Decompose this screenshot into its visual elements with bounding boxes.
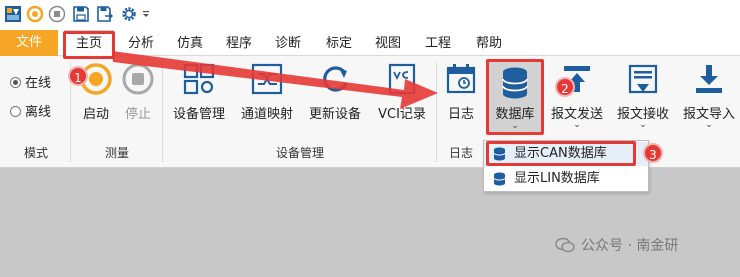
menu-project[interactable]: 工程: [417, 33, 459, 54]
menu-program[interactable]: 程序: [218, 33, 260, 54]
log-calendar-icon: [446, 64, 476, 94]
vci-record-icon: [388, 63, 416, 95]
home-tab-highlight: [63, 31, 115, 59]
show-lin-database-item[interactable]: 显示LIN数据库: [484, 167, 648, 191]
chevron-down-icon: ⌄: [639, 120, 647, 130]
online-label: 在线: [25, 76, 52, 91]
settings-icon[interactable]: [120, 5, 138, 23]
group-divider: [436, 62, 437, 162]
watermark-text: 公众号 · 南金研: [581, 238, 679, 254]
save-as-icon[interactable]: [96, 5, 114, 23]
update-device-label: 更新设备: [308, 107, 361, 122]
channel-map-icon: [251, 63, 283, 95]
offline-radio[interactable]: 离线: [10, 101, 51, 120]
stop-icon[interactable]: [48, 5, 66, 23]
show-lin-database-label: 显示LIN数据库: [514, 171, 600, 186]
wechat-icon: [555, 237, 575, 253]
step-badge-1: 1: [68, 66, 88, 86]
device-manage-icon: [183, 63, 215, 95]
quick-access-toolbar: [0, 0, 740, 30]
database-label: 数据库: [495, 107, 535, 122]
menu-file[interactable]: 文件: [0, 30, 58, 56]
group-label-device: 设备管理: [275, 146, 324, 160]
menu-analysis[interactable]: 分析: [120, 33, 162, 54]
save-icon[interactable]: [72, 5, 90, 23]
database-icon: [493, 172, 506, 186]
radio-dot: [10, 106, 21, 117]
menu-simulation[interactable]: 仿真: [169, 33, 211, 54]
connect-icon[interactable]: [26, 5, 44, 23]
group-divider: [162, 62, 163, 162]
refresh-icon: [323, 66, 348, 92]
stop-label: 停止: [124, 107, 151, 122]
online-radio[interactable]: 在线: [10, 72, 51, 91]
can-item-highlight: [486, 141, 636, 166]
database-icon: [502, 67, 528, 99]
stop-icon: [122, 63, 154, 95]
chevron-down-icon: ⌄: [573, 120, 581, 130]
database-button[interactable]: 数据库 ⌄: [486, 59, 544, 135]
vci-record-label: VCI记录: [378, 107, 426, 122]
menu-diagnostics[interactable]: 诊断: [267, 33, 309, 54]
watermark: 公众号 · 南金研: [555, 235, 678, 255]
group-label-measure: 测量: [104, 146, 129, 160]
customize-dropdown-icon[interactable]: [141, 5, 151, 23]
log-label: 日志: [447, 107, 474, 122]
menu-calibration[interactable]: 标定: [318, 33, 360, 54]
offline-label: 离线: [25, 105, 52, 120]
import-icon: [696, 65, 722, 93]
app-logo-icon[interactable]: [4, 5, 22, 23]
chevron-down-icon: ⌄: [511, 121, 519, 131]
receive-icon: [628, 64, 658, 94]
group-label-mode: 模式: [23, 146, 48, 160]
radio-selected-dot: [10, 77, 21, 88]
chevron-down-icon: ⌄: [705, 120, 713, 130]
step-badge-3: 3: [643, 143, 663, 163]
device-manage-label: 设备管理: [172, 107, 225, 122]
menu-view[interactable]: 视图: [367, 33, 409, 54]
channel-map-label: 通道映射: [240, 107, 293, 122]
group-label-log: 日志: [448, 146, 473, 160]
start-label: 启动: [82, 107, 109, 122]
step-badge-2: 2: [555, 77, 575, 97]
menu-help[interactable]: 帮助: [468, 33, 510, 54]
